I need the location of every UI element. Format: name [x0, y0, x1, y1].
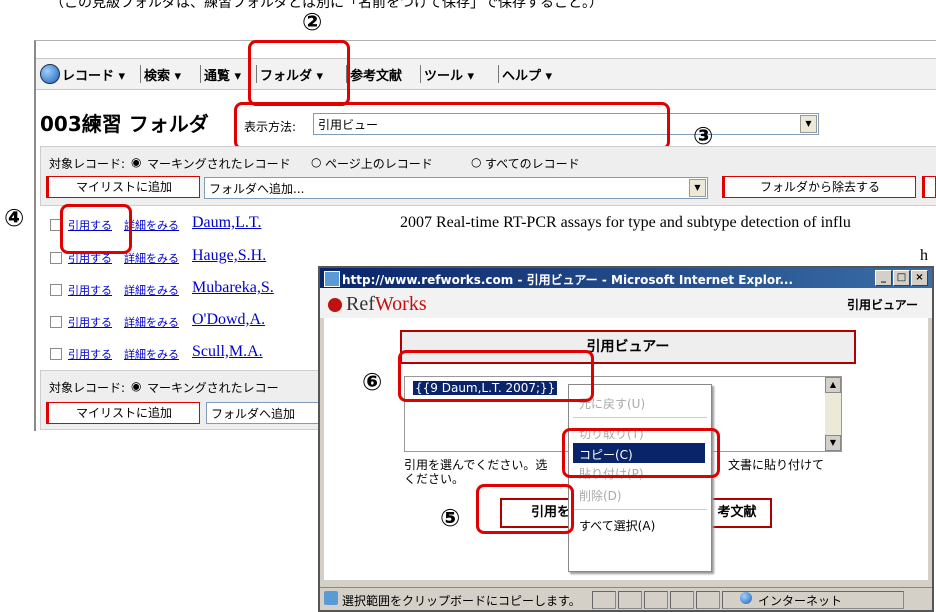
cite-link[interactable]: 引用する — [68, 282, 112, 298]
detail-link[interactable]: 詳細をみる — [124, 217, 179, 233]
record-checkbox[interactable] — [50, 284, 62, 296]
record-snippet: 2007 Real-time RT-PCR assays for type an… — [400, 214, 851, 231]
author-link[interactable]: O'Dowd,A. — [192, 311, 265, 329]
highlight-select-button — [476, 484, 574, 534]
minimize-icon[interactable]: _ — [875, 270, 892, 286]
page-title: 003練習 フォルダ — [40, 112, 209, 136]
step-4-marker: ④ — [4, 204, 25, 232]
highlight-copy-menu — [562, 428, 720, 478]
radio-page[interactable]: ページ上のレコード — [325, 155, 433, 172]
radio-all[interactable]: すべてのレコード — [485, 155, 580, 172]
author-link[interactable]: Daum,L.T. — [192, 214, 261, 232]
step-5-marker: ⑤ — [440, 504, 461, 532]
highlight-cite-link — [60, 204, 132, 254]
step-3-marker: ③ — [693, 122, 714, 150]
menu-search[interactable]: 検索 ▾ — [144, 65, 181, 84]
textarea-scrollbar[interactable]: ▲ ▼ — [825, 377, 841, 451]
menu-references[interactable]: 参考文献 — [350, 65, 402, 84]
refworks-logo: RefWorks — [328, 293, 427, 316]
menu-bar: レコード ▾ 検索 ▾ 通覧 ▾ フォルダ ▾ 参考文献 ツール ▾ ヘルプ ▾ — [36, 58, 936, 90]
add-mylist-button-bottom[interactable]: マイリストに追加 — [46, 402, 200, 424]
author-link[interactable]: Hauge,S.H. — [192, 247, 266, 265]
detail-link[interactable]: 詳細をみる — [124, 346, 179, 362]
step-2-marker: ② — [302, 8, 323, 36]
detail-link[interactable]: 詳細をみる — [124, 282, 179, 298]
step-6-marker: ⑥ — [362, 368, 383, 396]
globe-icon — [40, 64, 60, 84]
popup-titlebar[interactable]: http://www.refworks.com - 引用ビュアー - Micro… — [320, 268, 932, 288]
highlight-display-method — [234, 102, 670, 150]
context-menu: 元に戻す(U) 切り取り(T) コピー(C) 貼り付け(P) 削除(D) すべて… — [568, 384, 712, 572]
add-folder-select[interactable]: フォルダへ追加... ▼ — [204, 177, 708, 199]
menu-tools[interactable]: ツール ▾ — [424, 65, 474, 84]
globe-icon — [740, 592, 752, 604]
detail-link[interactable]: 詳細をみる — [124, 250, 179, 266]
ie-icon — [324, 271, 340, 287]
record-checkbox[interactable] — [50, 316, 62, 328]
maximize-icon[interactable]: □ — [893, 270, 910, 286]
author-link[interactable]: Scull,M.A. — [192, 343, 263, 361]
cite-link[interactable]: 引用する — [68, 314, 112, 330]
refworks-header: RefWorks 引用ビュアー — [320, 288, 932, 318]
menu-browse[interactable]: 通覧 ▾ — [204, 65, 241, 84]
chevron-down-icon: ▼ — [800, 115, 817, 133]
detail-link[interactable]: 詳細をみる — [124, 314, 179, 330]
highlight-folder-menu — [248, 40, 350, 106]
highlight-citation-text — [398, 350, 594, 402]
cite-link[interactable]: 引用する — [68, 346, 112, 362]
references-button[interactable]: 考文献 — [704, 498, 772, 528]
author-link[interactable]: Mubareka,S. — [192, 279, 274, 297]
remove-from-folder-button[interactable]: フォルダから除去する — [722, 176, 916, 198]
radio-marked[interactable]: マーキングされたレコード — [147, 155, 291, 172]
caption: （この見級フォルダは、練習フォルダとは別に「名前をつけて保存」で保存すること。） — [50, 0, 603, 11]
ctx-delete[interactable]: 削除(D) — [579, 487, 622, 504]
page-icon — [324, 591, 338, 605]
add-folder-select-bottom[interactable]: フォルダへ追加 — [206, 402, 320, 424]
record-checkbox[interactable] — [50, 348, 62, 360]
record-checkbox[interactable] — [50, 252, 62, 264]
chevron-down-icon: ▼ — [689, 179, 706, 197]
add-mylist-button[interactable]: マイリストに追加 — [46, 176, 200, 198]
ctx-select-all[interactable]: すべて選択(A) — [579, 517, 655, 534]
menu-help[interactable]: ヘルプ ▾ — [502, 65, 552, 84]
menu-record[interactable]: レコード ▾ — [62, 65, 125, 84]
close-icon[interactable]: × — [911, 270, 928, 286]
instructions-line2: ください。 — [404, 472, 465, 486]
